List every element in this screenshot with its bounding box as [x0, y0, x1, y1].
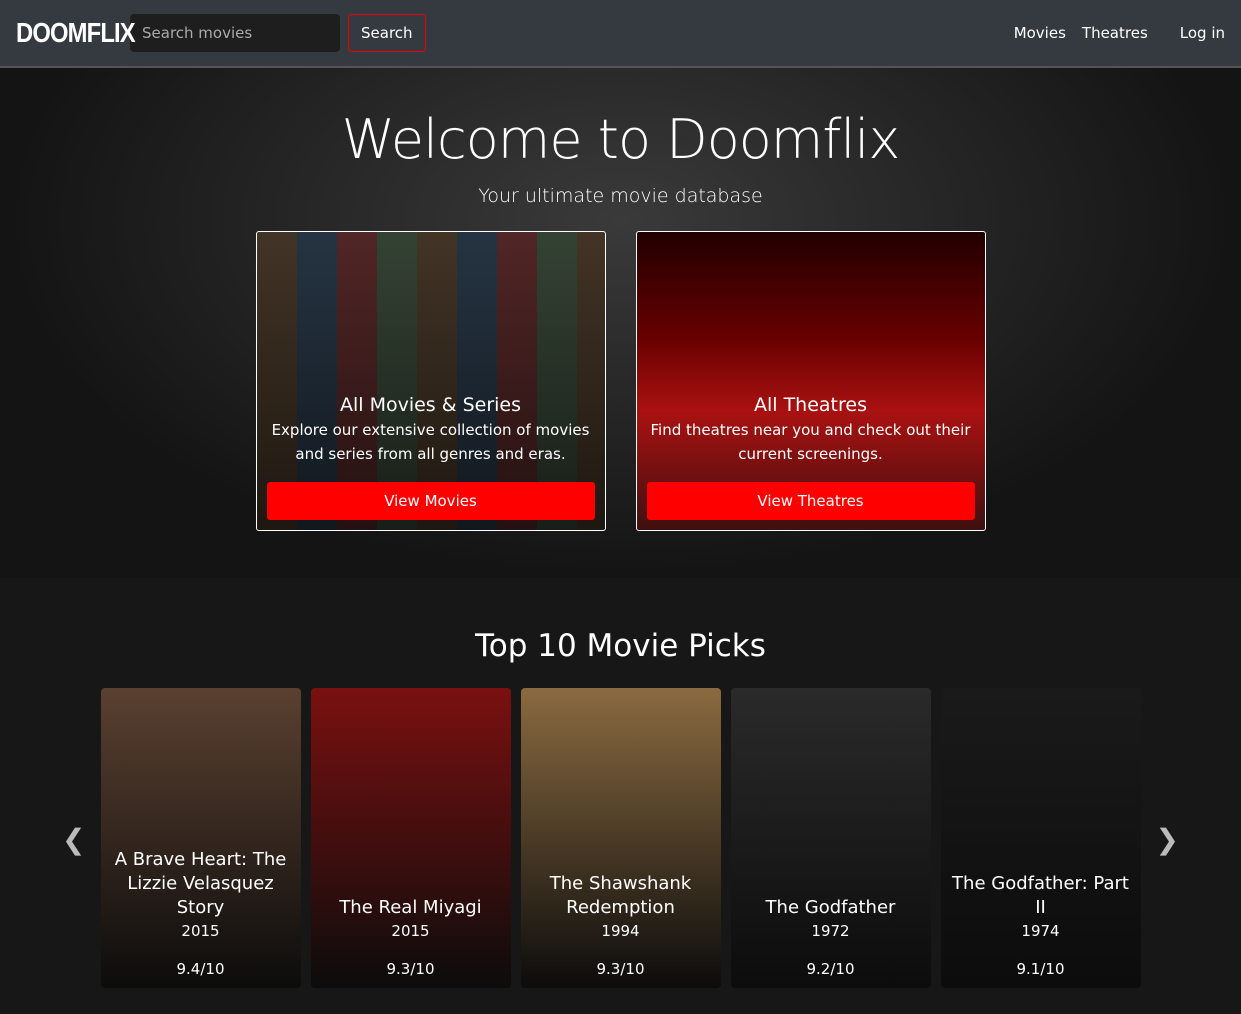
- hero-title: Welcome to Doomflix: [341, 108, 901, 171]
- movie-card[interactable]: The Real Miyagi 2015 9.3/10: [310, 688, 511, 988]
- hero: Welcome to Doomflix Your ultimate movie …: [0, 68, 1241, 578]
- movie-year: 2015: [391, 922, 430, 940]
- movie-title: The Godfather: [765, 897, 896, 918]
- view-movies-button[interactable]: View Movies: [266, 482, 595, 520]
- hero-subtitle: Your ultimate movie database: [478, 185, 763, 207]
- navbar: DOOMFLIX Search Movies Theatres Log in: [0, 0, 1241, 68]
- movie-rating: 9.1/10: [1016, 960, 1065, 978]
- movie-card[interactable]: The Godfather: Part II 1974 9.1/10: [940, 688, 1141, 988]
- movie-rating: 9.3/10: [596, 960, 645, 978]
- movie-rating: 9.2/10: [806, 960, 855, 978]
- nav-movies[interactable]: Movies: [1014, 24, 1066, 42]
- search-input[interactable]: [130, 14, 340, 52]
- movie-card[interactable]: The Godfather 1972 9.2/10: [730, 688, 931, 988]
- card-text: Explore our extensive collection of movi…: [271, 421, 590, 463]
- movies-card: All Movies & Series Explore our extensiv…: [255, 231, 606, 531]
- movie-rating: 9.3/10: [386, 960, 435, 978]
- nav-theatres[interactable]: Theatres: [1082, 24, 1148, 42]
- movie-title: The Real Miyagi: [339, 897, 482, 918]
- movie-year: 1972: [811, 922, 850, 940]
- theatres-card: All Theatres Find theatres near you and …: [635, 231, 986, 531]
- card-text: Find theatres near you and check out the…: [650, 421, 971, 463]
- logo[interactable]: DOOMFLIX: [16, 17, 136, 49]
- section-title: Top 10 Movie Picks: [475, 628, 766, 664]
- chevron-left-icon[interactable]: ❮: [62, 823, 85, 856]
- view-theatres-button[interactable]: View Theatres: [646, 482, 975, 520]
- movie-carousel: ❮ A Brave Heart: The Lizzie Velasquez St…: [0, 688, 1241, 988]
- movie-title: The Godfather: Part II: [952, 873, 1129, 918]
- movie-rating: 9.4/10: [176, 960, 225, 978]
- movie-card[interactable]: The Shawshank Redemption 1994 9.3/10: [520, 688, 721, 988]
- search-button[interactable]: Search: [348, 14, 426, 52]
- movie-year: 2015: [181, 922, 220, 940]
- nav-login[interactable]: Log in: [1180, 24, 1225, 42]
- card-title: All Movies & Series: [339, 394, 522, 416]
- card-title: All Theatres: [753, 394, 867, 416]
- chevron-right-icon[interactable]: ❯: [1156, 823, 1179, 856]
- movie-year: 1994: [601, 922, 640, 940]
- movie-title: The Shawshank Redemption: [549, 873, 692, 918]
- movie-year: 1974: [1021, 922, 1060, 940]
- movie-title: A Brave Heart: The Lizzie Velasquez Stor…: [114, 849, 287, 918]
- movie-card[interactable]: A Brave Heart: The Lizzie Velasquez Stor…: [100, 688, 301, 988]
